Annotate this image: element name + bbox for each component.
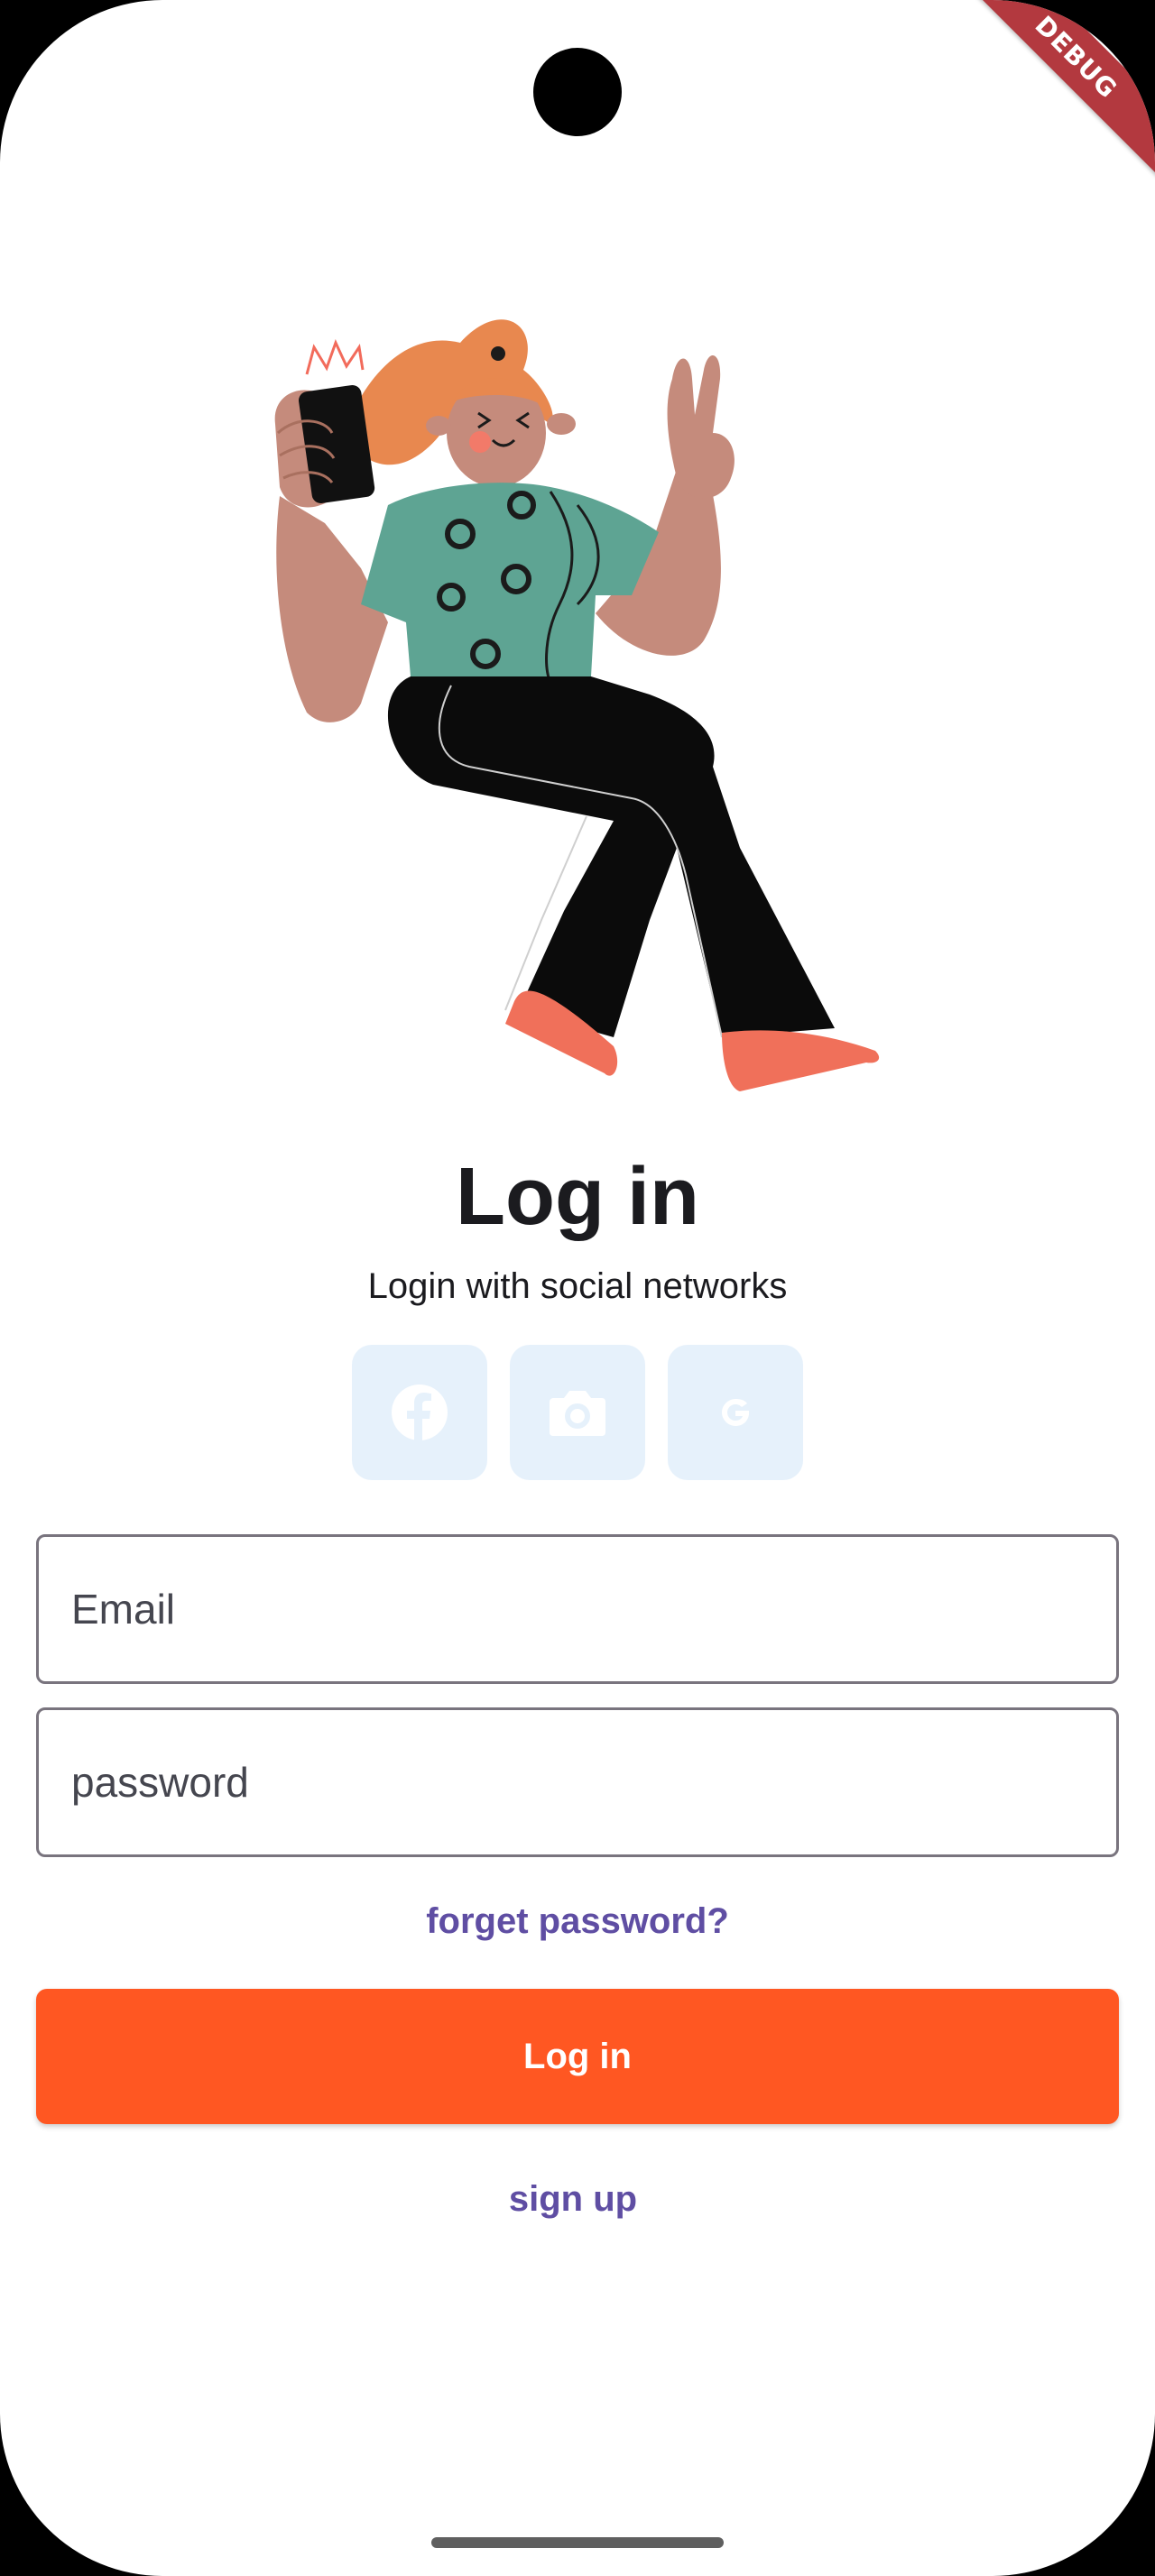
signup-link[interactable]: sign up xyxy=(0,2179,1146,2220)
home-indicator[interactable] xyxy=(431,2537,724,2548)
email-field[interactable] xyxy=(36,1534,1119,1684)
camera-icon xyxy=(550,1391,605,1436)
google-login-button[interactable] xyxy=(668,1345,803,1480)
social-login-subtitle: Login with social networks xyxy=(367,1266,788,1306)
email-input[interactable] xyxy=(69,1584,1116,1634)
sparkle-decoration xyxy=(305,339,365,375)
login-button-label: Log in xyxy=(523,2036,632,2076)
forget-password-link[interactable]: forget password? xyxy=(0,1901,1155,1942)
camera-login-button[interactable] xyxy=(510,1345,645,1480)
password-input[interactable] xyxy=(69,1757,1116,1808)
right-shoe xyxy=(722,1030,880,1091)
debug-label: DEBUG xyxy=(1029,9,1124,105)
social-login-buttons xyxy=(352,1345,803,1480)
phone-screen: DEBUG Log in Login with social networks … xyxy=(0,0,1155,2576)
password-field[interactable] xyxy=(36,1707,1119,1857)
google-icon xyxy=(722,1399,749,1426)
facebook-login-button[interactable] xyxy=(352,1345,487,1480)
peace-hand xyxy=(667,354,735,499)
left-arm xyxy=(276,496,388,722)
debug-banner: DEBUG xyxy=(952,0,1155,181)
pants xyxy=(387,676,835,1037)
login-illustration xyxy=(274,319,880,1091)
login-button[interactable]: Log in xyxy=(36,1989,1119,2124)
facebook-icon xyxy=(392,1385,448,1440)
page-title: Log in xyxy=(456,1152,699,1242)
camera-cutout xyxy=(533,48,622,136)
